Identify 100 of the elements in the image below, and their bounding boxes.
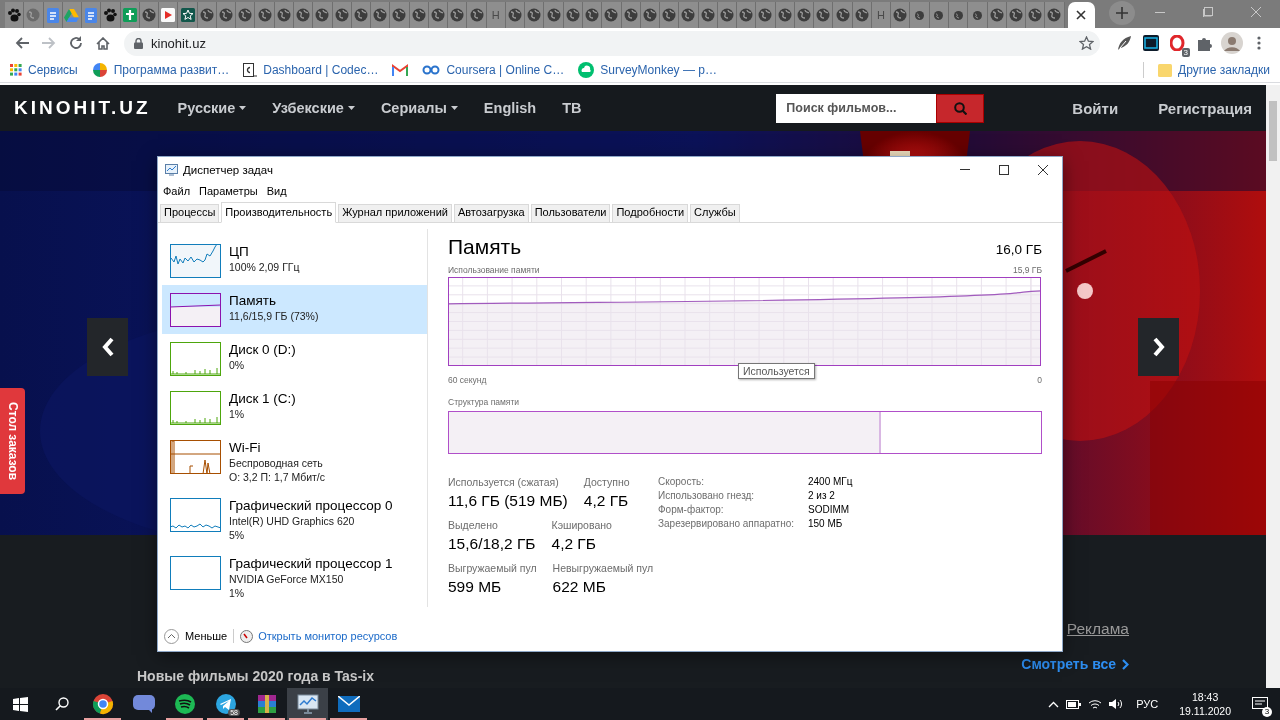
bookmark-link[interactable]: Dashboard | Codec…: [243, 63, 379, 77]
star-icon[interactable]: [1079, 36, 1094, 50]
triangle-icon: [64, 8, 80, 22]
resource-detail: 5%: [229, 529, 246, 541]
chevron-up-icon[interactable]: [1048, 700, 1060, 708]
browser-tab[interactable]: [1067, 2, 1095, 28]
register-link[interactable]: Регистрация: [1158, 99, 1252, 117]
browser-tab[interactable]: [5, 2, 25, 28]
resource-name: Диск 0 (D:): [229, 342, 296, 357]
nav-link[interactable]: Узбекские: [259, 100, 368, 116]
next-button[interactable]: [1138, 318, 1179, 376]
resource-item[interactable]: Диск 0 (D:) 0%: [162, 334, 427, 383]
resource-item[interactable]: Графический процессор 1 NVIDIA GeForce MX150 1%: [162, 548, 427, 606]
document-icon: [85, 7, 98, 23]
resource-monitor-link[interactable]: Открыть монитор ресурсов: [240, 629, 398, 643]
star-icon: [180, 8, 195, 22]
home-icon[interactable]: [95, 36, 110, 50]
wifi-icon[interactable]: [1088, 698, 1103, 710]
chat-bubble-icon: [132, 695, 155, 713]
globe-icon: [257, 8, 272, 22]
spec-label: Использовано гнезд:: [658, 490, 756, 501]
back-icon[interactable]: [14, 37, 29, 49]
nav-link[interactable]: English: [470, 100, 550, 116]
minimize-icon[interactable]: [959, 169, 970, 170]
resource-item[interactable]: Память 11,6/15,9 ГБ (73%): [162, 285, 427, 334]
address-bar[interactable]: kinohit.uz: [124, 30, 1100, 56]
chart-label: Структура памяти: [448, 397, 520, 407]
globe-icon: [296, 8, 311, 22]
search-icon: [54, 697, 69, 711]
extension-icon[interactable]: [1142, 35, 1159, 51]
nav-link[interactable]: ТВ: [549, 100, 595, 116]
nav-link[interactable]: Русские: [164, 100, 260, 116]
globe-icon: [1008, 8, 1023, 22]
resource-item[interactable]: ЦП 100% 2,09 ГГц: [162, 236, 427, 285]
new-tab-button[interactable]: [1109, 1, 1135, 25]
resource-detail: О: 3,2 П: 1,7 Мбит/с: [229, 471, 325, 483]
panel-title: Память: [448, 235, 522, 259]
see-all-link[interactable]: Смотреть все: [1021, 656, 1129, 672]
avatar-icon[interactable]: [1220, 32, 1243, 54]
close-icon[interactable]: [1076, 10, 1087, 20]
menu-item[interactable]: Файл: [163, 185, 191, 197]
tab[interactable]: Производительность: [221, 202, 337, 223]
browser-tab[interactable]: [101, 2, 121, 28]
globe-icon: [700, 8, 715, 22]
volume-icon[interactable]: [1109, 698, 1124, 710]
document-icon: [46, 7, 59, 23]
chevron-up-icon: [164, 628, 179, 644]
caret-icon: [347, 106, 355, 110]
feather-icon[interactable]: [1115, 35, 1132, 51]
scrollbar-thumb[interactable]: [1269, 101, 1277, 161]
tab[interactable]: Пользователи: [530, 204, 611, 222]
nav-link[interactable]: Сериалы: [367, 100, 471, 116]
spec-value: 150 МБ: [808, 518, 844, 529]
close-icon[interactable]: [1037, 164, 1048, 175]
paw-icon: [7, 8, 22, 22]
resource-name: Диск 1 (C:): [229, 391, 296, 406]
bookmark-link[interactable]: [392, 64, 409, 76]
bookmark-link[interactable]: Сервисы: [10, 63, 78, 77]
tab[interactable]: Автозагрузка: [453, 204, 529, 222]
language-indicator[interactable]: РУС: [1136, 698, 1159, 710]
resource-item[interactable]: Диск 1 (C:) 1%: [162, 383, 427, 432]
notification-icon[interactable]: [1252, 697, 1268, 711]
caret-icon: [450, 106, 458, 110]
tab[interactable]: Процессы: [160, 204, 220, 222]
mail-icon: [392, 64, 409, 76]
more-icon[interactable]: [1256, 36, 1261, 50]
side-tab[interactable]: Стол заказов: [0, 388, 25, 494]
browser-tab[interactable]: [178, 2, 198, 28]
menu-item[interactable]: Параметры: [199, 185, 258, 197]
stat-label: Выгружаемый пул: [448, 562, 537, 574]
resource-item[interactable]: Wi-Fi Беспроводная сеть О: 3,2 П: 1,7 Мбит/с: [162, 432, 427, 490]
windows-icon: [13, 696, 28, 712]
puzzle-icon[interactable]: [1197, 35, 1212, 51]
taskbar-app[interactable]: [287, 688, 328, 720]
clock-time[interactable]: 18:43: [1191, 690, 1219, 704]
tab[interactable]: Службы: [690, 204, 740, 222]
paw-icon: [103, 8, 118, 22]
maximize-icon[interactable]: [998, 164, 1009, 175]
bookmark-link[interactable]: SurveyMonkey — p…: [578, 62, 717, 78]
ad-link[interactable]: Реклама: [1066, 620, 1129, 638]
bookmark-link[interactable]: Coursera | Online C…: [422, 63, 565, 77]
previous-button[interactable]: [87, 318, 128, 376]
loop-icon: [422, 65, 441, 75]
bookmark-folder[interactable]: Другие закладки: [1158, 63, 1270, 77]
search-field[interactable]: Поиск фильмов...: [776, 93, 937, 123]
battery-icon[interactable]: [1066, 699, 1082, 709]
bookmark-link[interactable]: Программа развит…: [91, 63, 230, 77]
sound-waves-icon: [173, 693, 196, 715]
resource-item[interactable]: Графический процессор 0 Intel(R) UHD Graphics 620 5%: [162, 490, 427, 548]
tooltip: Используется: [738, 363, 815, 379]
ring-icon[interactable]: [1169, 35, 1186, 51]
reload-icon[interactable]: [68, 36, 83, 50]
menu-item[interactable]: Вид: [266, 185, 287, 197]
tab[interactable]: Журнал приложений: [338, 204, 452, 222]
clock-date[interactable]: 19.11.2020: [1179, 704, 1231, 718]
login-link[interactable]: Войти: [1072, 99, 1119, 117]
resource-detail: 11,6/15,9 ГБ (73%): [229, 310, 319, 322]
globe-icon: [353, 8, 368, 22]
tab[interactable]: Подробности: [612, 204, 689, 222]
fewer-details-button[interactable]: Меньше: [164, 628, 228, 644]
